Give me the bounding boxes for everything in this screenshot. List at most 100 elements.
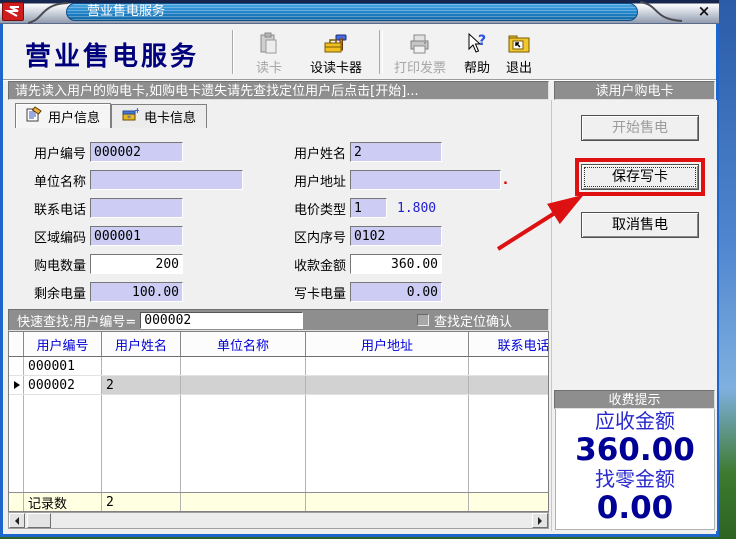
desktop-background: 营业售电服务 × 营业售电服务 读卡 设读卡器 [0,0,736,539]
row-selector-cell [9,376,24,394]
cell-user-name [102,357,181,375]
titlebar[interactable]: 营业售电服务 × [0,0,719,24]
phone-label: 联系电话 [28,199,86,218]
current-row-marker-icon [14,381,20,389]
change-amount-value: 0.00 [556,492,714,525]
unit-price-value: 1.800 [397,201,436,216]
record-count-label: 记录数 [24,493,102,511]
quick-search-bar: 快速查找:用户编号= 查找定位确认 [8,309,549,331]
svg-text:*: * [127,114,131,123]
purchase-qty-field[interactable] [90,254,183,274]
svg-text:?: ? [478,33,486,49]
receive-amount-field[interactable] [350,254,442,274]
area-code-field[interactable] [90,226,183,246]
right-panel-header: 读用户购电卡 [554,81,715,100]
clipboard-icon [257,30,281,57]
confirm-checkbox[interactable] [417,314,429,326]
close-button[interactable]: × [695,3,713,20]
due-amount-value: 360.00 [556,434,714,467]
left-arrow-icon [15,517,19,525]
notepad-pen-icon [26,106,43,126]
record-count-value: 2 [102,493,181,511]
cell-user-id: 000001 [24,357,102,375]
app-logo-icon [2,2,24,21]
tab-card-info[interactable]: +* 电卡信息 [111,104,207,128]
due-amount-label: 应收金额 [556,409,714,434]
table-empty-area [9,395,548,492]
exit-label: 退出 [506,57,532,76]
write-qty-field[interactable] [350,282,442,302]
toolbar: 营业售电服务 读卡 设读卡器 打印发票 [3,24,716,80]
svg-text:+: + [134,107,139,115]
fee-info-panel: 应收金额 360.00 找零金额 0.00 [555,408,715,530]
cell-phone [469,376,549,394]
col-header: 单位名称 [181,332,306,356]
col-header: 联系电话 [469,332,549,356]
titlebar-curve-left [26,0,70,24]
help-cursor-icon: ? [465,30,489,57]
read-card-button[interactable]: 读卡 [241,28,297,78]
row-selector-cell [9,357,24,375]
unit-name-label: 单位名称 [28,171,86,190]
remain-qty-field[interactable] [90,282,183,302]
serial-no-label: 区内序号 [288,227,346,246]
quick-search-input[interactable] [140,312,303,329]
cell-unit-name [181,376,306,394]
write-qty-label: 写卡电量 [288,283,346,302]
user-id-field[interactable] [90,142,183,162]
titlebar-curve-right [636,0,686,24]
instruction-bar: 请先读入用户的购电卡,如购电卡遗失请先查找定位用户后点击[开始]... [8,81,549,100]
app-window: 营业售电服务 × 营业售电服务 读卡 设读卡器 [0,0,719,537]
exit-button[interactable]: 退出 [498,28,540,78]
table-footer-row: 记录数 2 [9,492,548,511]
save-button-highlight-annotation: 保存写卡 [575,158,705,196]
selector-header-cell [9,332,24,356]
serial-no-field[interactable] [350,226,442,246]
printer-icon [408,30,432,57]
read-card-label: 读卡 [256,57,282,76]
price-type-label: 电价类型 [288,199,346,218]
unit-name-field[interactable] [90,170,243,190]
user-addr-field[interactable] [350,170,501,190]
scrollbar-thumb[interactable] [27,513,51,528]
fee-panel-header: 收费提示 [554,390,715,409]
start-sell-button[interactable]: 开始售电 [581,115,699,141]
user-name-field[interactable] [350,142,442,162]
table-header-row: 用户编号 用户姓名 单位名称 用户地址 联系电话 [9,332,548,357]
tab-strip: 用户信息 +* 电卡信息 [15,103,207,128]
quick-search-label: 快速查找:用户编号= [9,311,136,330]
app-title: 营业售电服务 [25,36,199,73]
window-title: 营业售电服务 [66,3,638,21]
sell-actions-panel: 开始售电 保存写卡 取消售电 应收金额 360.00 找零金额 0.00 [551,100,717,531]
table-row[interactable]: 000001 [9,357,548,376]
tab-user-info[interactable]: 用户信息 [15,103,111,128]
cell-user-addr [306,357,469,375]
purchase-qty-label: 购电数量 [28,255,86,274]
user-name-label: 用户姓名 [288,143,346,162]
save-write-card-button[interactable]: 保存写卡 [581,164,699,190]
help-button[interactable]: ? 帮助 [456,28,498,78]
price-type-field[interactable] [350,198,387,218]
horizontal-scrollbar[interactable] [8,512,549,529]
cell-user-name: 2 [102,376,181,394]
cell-user-id: 000002 [24,376,102,394]
card-plus-icon: +* [122,107,139,127]
col-header: 用户姓名 [102,332,181,356]
set-reader-button[interactable]: 设读卡器 [297,28,375,78]
table-row-selected[interactable]: 000002 2 [9,376,548,395]
tab-card-info-label: 电卡信息 [144,107,196,126]
cancel-sell-button[interactable]: 取消售电 [581,212,699,238]
scroll-left-button[interactable] [9,513,25,528]
area-code-label: 区域编码 [28,227,86,246]
user-addr-label: 用户地址 [288,171,346,190]
scroll-right-button[interactable] [532,513,548,528]
remain-qty-label: 剩余电量 [28,283,86,302]
set-reader-label: 设读卡器 [310,57,362,76]
toolbar-separator [232,30,234,74]
cell-phone [469,357,549,375]
print-invoice-button[interactable]: 打印发票 [384,28,456,78]
right-arrow-icon [538,517,542,525]
phone-field[interactable] [90,198,183,218]
change-amount-label: 找零金额 [556,467,714,492]
toolbar-separator [375,30,384,74]
